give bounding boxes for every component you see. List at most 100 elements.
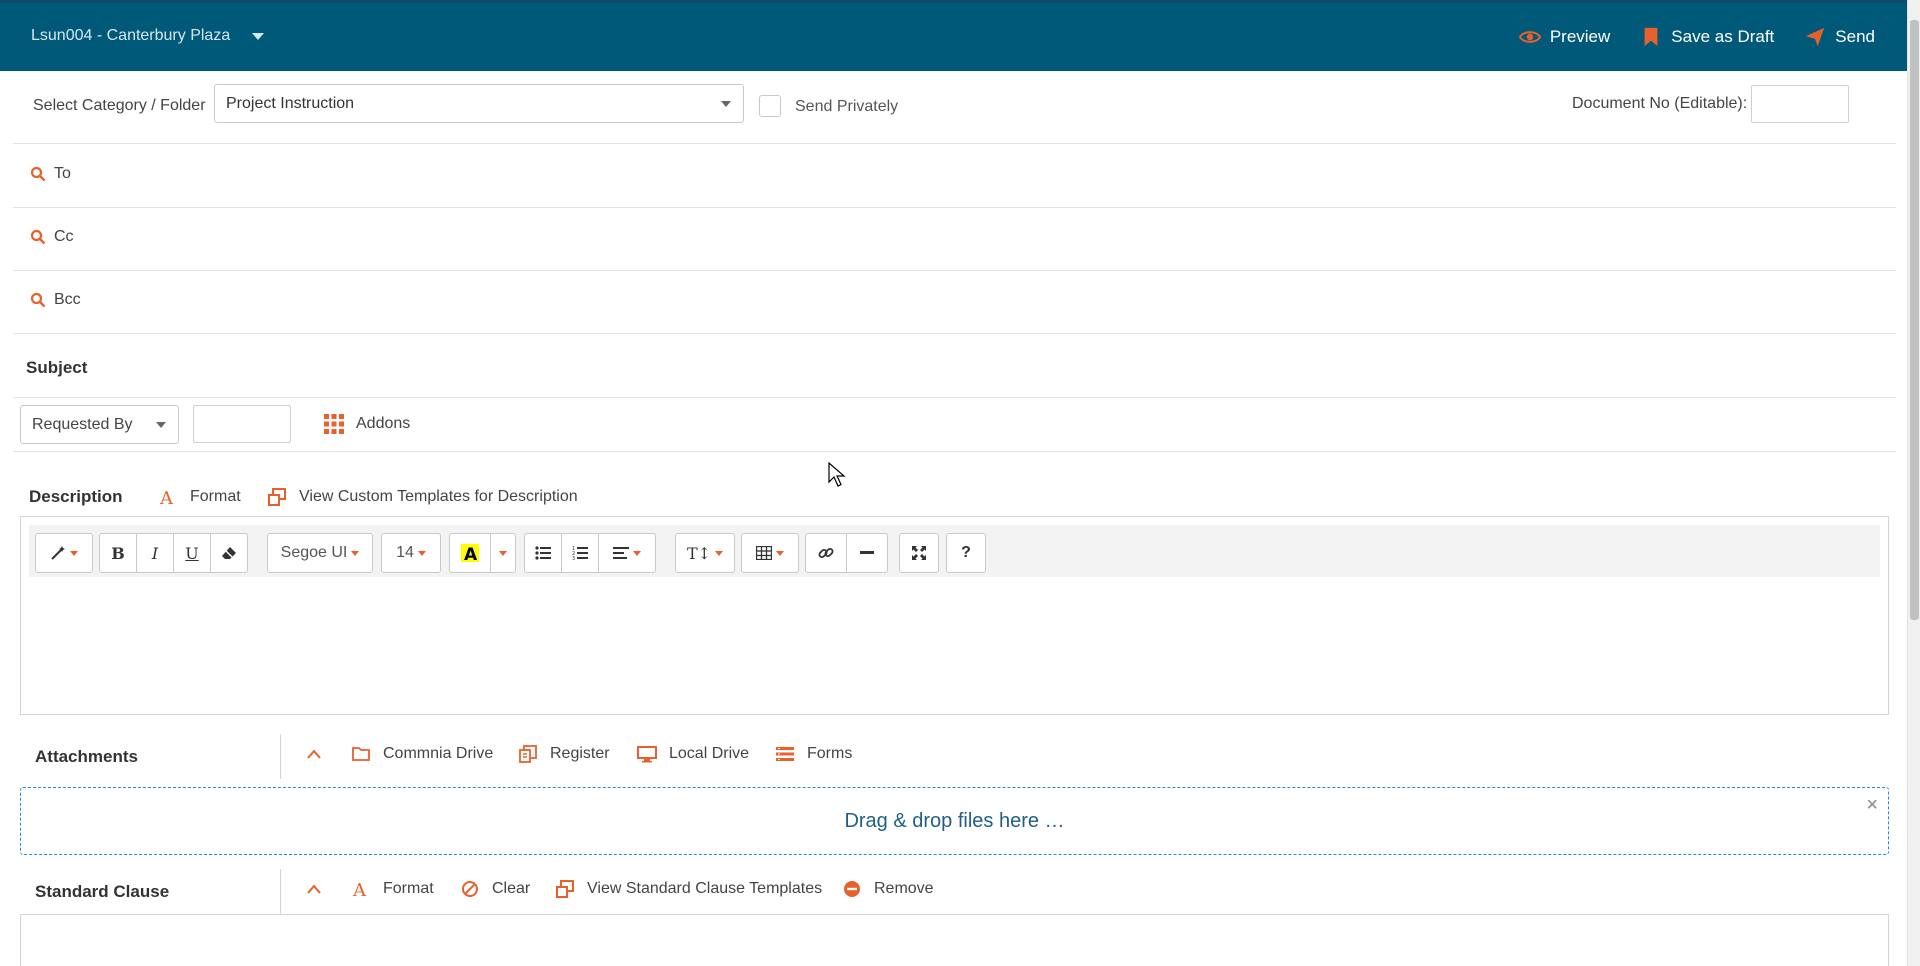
close-icon[interactable]: × — [1866, 794, 1878, 817]
search-icon — [30, 292, 46, 308]
scrollbar-thumb[interactable] — [1910, 20, 1919, 620]
description-format-button[interactable]: A Format — [158, 487, 241, 507]
chevron-down-icon — [156, 421, 166, 428]
align-left-icon — [613, 547, 629, 559]
clause-format-button[interactable]: A Format — [351, 879, 434, 899]
clause-clear-button[interactable]: Clear — [460, 879, 530, 899]
font-size-value: 14 — [396, 544, 414, 561]
clause-templates-label: View Standard Clause Templates — [587, 880, 823, 897]
local-drive-label: Local Drive — [669, 745, 750, 762]
chevron-down-icon — [715, 550, 724, 556]
local-drive-button[interactable]: Local Drive — [637, 744, 749, 764]
divider — [13, 397, 1896, 398]
underline-button[interactable]: U — [173, 533, 211, 573]
forms-button[interactable]: Forms — [775, 744, 852, 764]
mouse-cursor-icon — [828, 462, 846, 487]
clause-remove-button[interactable]: Remove — [842, 879, 934, 899]
horizontal-rule-icon — [860, 551, 874, 554]
attachments-title: Attachments — [35, 747, 138, 766]
text-height-button[interactable]: T↕ — [675, 533, 735, 573]
drop-zone-text: Drag & drop files here … — [844, 809, 1065, 832]
description-format-label: Format — [190, 488, 241, 505]
send-icon — [1806, 27, 1825, 47]
svg-text:A: A — [159, 488, 174, 507]
page-scrollbar[interactable] — [1907, 0, 1920, 966]
numbered-list-button[interactable]: 123 — [561, 533, 599, 573]
addons-button[interactable]: Addons — [324, 414, 410, 434]
minus-circle-icon — [844, 881, 860, 897]
addons-label: Addons — [356, 415, 411, 432]
standard-clause-title: Standard Clause — [35, 882, 170, 901]
send-privately-checkbox[interactable] — [759, 95, 781, 117]
expand-icon — [912, 546, 926, 560]
divider — [13, 333, 1896, 334]
file-drop-zone[interactable]: Drag & drop files here … × — [20, 787, 1889, 855]
description-templates-button[interactable]: View Custom Templates for Description — [267, 487, 578, 507]
italic-button[interactable]: I — [136, 533, 174, 573]
requested-by-value: Requested By — [32, 415, 133, 433]
eraser-button[interactable] — [210, 533, 248, 573]
bold-button[interactable]: B — [99, 533, 137, 573]
requested-by-select[interactable]: Requested By — [20, 405, 179, 444]
style-button[interactable] — [35, 533, 93, 573]
clause-format-label: Format — [383, 880, 434, 897]
category-label: Select Category / Folder — [33, 97, 206, 114]
align-button[interactable] — [598, 533, 656, 573]
standard-clause-editor[interactable] — [20, 914, 1889, 966]
highlight-dropdown[interactable] — [490, 533, 516, 573]
bullet-list-icon — [535, 546, 551, 560]
table-button[interactable] — [741, 533, 799, 573]
fullscreen-button[interactable] — [899, 533, 939, 573]
highlight-icon: A — [461, 544, 479, 563]
eraser-icon — [222, 547, 236, 559]
clause-templates-button[interactable]: View Standard Clause Templates — [555, 879, 822, 899]
subject-field[interactable]: Subject — [26, 358, 87, 378]
bcc-field[interactable]: Bcc — [30, 291, 81, 309]
requested-by-input[interactable] — [193, 405, 291, 443]
to-label: To — [54, 165, 71, 182]
svg-text:A: A — [352, 880, 367, 899]
register-icon — [519, 745, 537, 763]
chevron-down-icon — [721, 100, 731, 107]
svg-text:3: 3 — [572, 556, 575, 561]
chevron-up-icon[interactable] — [307, 884, 321, 894]
header-actions: Preview Save as Draft Send — [1518, 26, 1875, 48]
bcc-label: Bcc — [54, 291, 81, 308]
send-label: Send — [1835, 27, 1875, 46]
to-field[interactable]: To — [30, 165, 71, 183]
preview-button[interactable]: Preview — [1518, 26, 1610, 48]
highlight-button[interactable]: A — [449, 533, 491, 573]
horizontal-rule-button[interactable] — [846, 533, 888, 573]
help-button[interactable]: ? — [946, 533, 986, 573]
divider — [13, 451, 1896, 452]
search-icon — [30, 166, 46, 182]
bullet-list-button[interactable] — [524, 533, 562, 573]
eye-icon — [1518, 31, 1541, 43]
font-family-select[interactable]: Segoe UI — [267, 533, 373, 573]
save-draft-label: Save as Draft — [1671, 27, 1775, 46]
chevron-up-icon[interactable] — [307, 749, 321, 759]
divider — [280, 869, 281, 914]
category-select[interactable]: Project Instruction — [214, 84, 744, 123]
numbered-list-icon: 123 — [572, 546, 588, 561]
table-icon — [756, 546, 772, 560]
text-height-icon: T↕ — [686, 543, 712, 563]
description-editor[interactable]: B I U Segoe UI 14 A 1 2 3 T↕ ? — [20, 516, 1889, 715]
font-size-select[interactable]: 14 — [381, 533, 441, 573]
divider — [13, 143, 1896, 144]
commnia-drive-button[interactable]: Commnia Drive — [351, 744, 493, 764]
link-button[interactable] — [805, 533, 847, 573]
desktop-icon — [637, 746, 657, 763]
save-draft-button[interactable]: Save as Draft — [1640, 26, 1774, 48]
divider — [280, 734, 281, 779]
project-selector[interactable]: Lsun004 - Canterbury Plaza — [31, 27, 265, 45]
description-title: Description — [29, 487, 123, 506]
doc-no-input[interactable] — [1751, 85, 1849, 123]
cc-field[interactable]: Cc — [30, 228, 74, 246]
project-name: Lsun004 - Canterbury Plaza — [31, 27, 231, 44]
commnia-drive-label: Commnia Drive — [383, 745, 494, 762]
register-button[interactable]: Register — [518, 744, 610, 764]
chevron-down-icon — [417, 550, 426, 556]
send-privately-label: Send Privately — [795, 98, 899, 115]
send-button[interactable]: Send — [1804, 26, 1875, 48]
